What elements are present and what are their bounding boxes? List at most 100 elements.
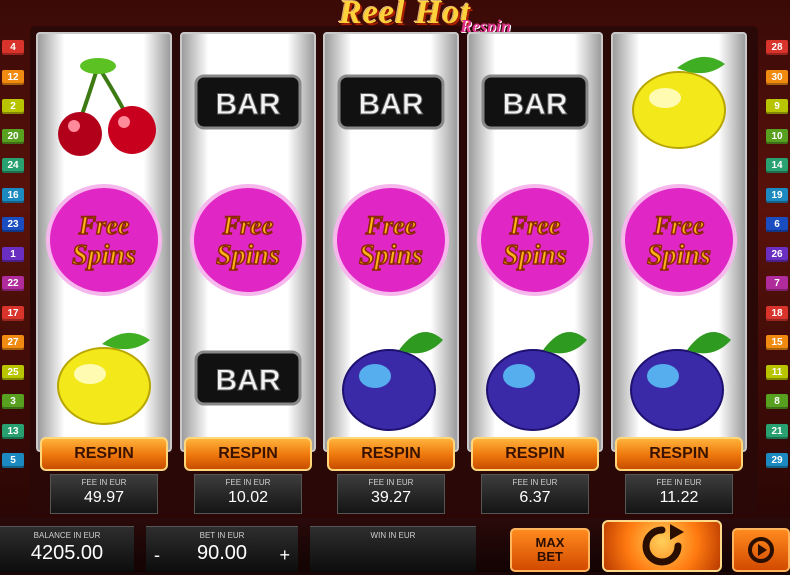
payline-right-0: 28 (766, 40, 788, 55)
lemon-icon (38, 314, 170, 440)
payline-right-3: 10 (766, 128, 788, 144)
fee-label: FEE IN EUR (81, 478, 127, 487)
respin-fee-3: FEE IN EUR 39.27 (337, 474, 445, 514)
payline-right-13: 21 (766, 423, 788, 439)
bet-label: BET IN EUR (199, 531, 245, 540)
fee-label: FEE IN EUR (368, 478, 414, 487)
payline-right-9: 18 (766, 305, 788, 321)
payline-left-7: 1 (2, 246, 24, 262)
payline-right-4: 14 (766, 158, 788, 173)
autoplay-button[interactable] (732, 528, 790, 572)
plum-icon (469, 314, 601, 440)
spin-button[interactable] (602, 520, 722, 572)
payline-left-13: 13 (2, 423, 24, 439)
win-panel: WIN IN EUR (310, 526, 476, 572)
payline-left-12: 3 (2, 394, 24, 409)
payline-left-1: 12 (2, 69, 24, 85)
respin-button-4[interactable]: RESPIN (471, 437, 599, 471)
plum-icon (325, 314, 457, 440)
respin-fee-1: FEE IN EUR 49.97 (50, 474, 158, 514)
reel-1: Free Spins (36, 32, 172, 452)
svg-text:Free: Free (78, 211, 130, 240)
reel-4: BAR Free Spins (467, 32, 603, 452)
lemon-icon (613, 38, 745, 164)
svg-text:BAR: BAR (216, 364, 281, 397)
svg-text:Spins: Spins (72, 240, 136, 271)
svg-text:Spins: Spins (503, 240, 567, 271)
respin-fee-2: FEE IN EUR 10.02 (194, 474, 302, 514)
free-spins-icon: Free Spins (613, 176, 745, 302)
payline-right-8: 7 (766, 276, 788, 291)
fee-label: FEE IN EUR (225, 478, 271, 487)
fee-value: 11.22 (659, 489, 699, 506)
bar-icon: BAR (469, 38, 601, 164)
fee-value: 10.02 (227, 489, 269, 506)
bar-icon: BAR (182, 314, 314, 440)
fee-value: 39.27 (370, 489, 412, 506)
free-spins-icon: Free Spins (182, 176, 314, 302)
respin-button-2[interactable]: RESPIN (184, 437, 312, 471)
payline-left-11: 25 (2, 364, 24, 380)
payline-right-14: 29 (766, 453, 788, 468)
payline-left-5: 16 (2, 187, 24, 203)
svg-text:Free: Free (653, 211, 705, 240)
spin-arrow-icon (642, 524, 684, 566)
win-label: WIN IN EUR (370, 531, 416, 540)
payline-right-5: 19 (766, 187, 788, 203)
payline-right-1: 30 (766, 69, 788, 85)
fee-value: 6.37 (519, 489, 551, 506)
respin-button-5[interactable]: RESPIN (615, 437, 743, 471)
reel-2: BAR Free Spins BAR (180, 32, 316, 452)
plum-icon (613, 314, 745, 440)
payline-left-6: 23 (2, 217, 24, 232)
reel-3: BAR Free Spins (323, 32, 459, 452)
payline-left-14: 5 (2, 453, 24, 468)
payline-right-12: 8 (766, 394, 788, 409)
free-spins-icon: Free Spins (38, 176, 170, 302)
payline-right-2: 9 (766, 99, 788, 114)
respin-button-3[interactable]: RESPIN (327, 437, 455, 471)
respin-fee-4: FEE IN EUR 6.37 (481, 474, 589, 514)
svg-text:BAR: BAR (503, 88, 568, 121)
payline-left-4: 24 (2, 158, 24, 173)
payline-left-2: 2 (2, 99, 24, 114)
bet-increase-button[interactable]: + (279, 545, 290, 566)
svg-text:Spins: Spins (359, 240, 423, 271)
max-bet-button[interactable]: MAX BET (510, 528, 590, 572)
free-spins-icon: Free Spins (469, 176, 601, 302)
cherry-icon (38, 38, 170, 164)
bar-icon: BAR (325, 38, 457, 164)
fee-label: FEE IN EUR (512, 478, 558, 487)
balance-value: 4205.00 (30, 542, 104, 564)
payline-right-7: 26 (766, 246, 788, 262)
svg-text:BAR: BAR (359, 88, 424, 121)
autoplay-icon (748, 537, 774, 563)
balance-panel: BALANCE IN EUR 4205.00 (0, 526, 134, 572)
payline-left-3: 20 (2, 128, 24, 144)
payline-left-10: 27 (2, 335, 24, 350)
svg-text:Spins: Spins (647, 240, 711, 271)
max-bet-line2: BET (537, 549, 563, 564)
svg-text:Spins: Spins (216, 240, 280, 271)
respin-button-1[interactable]: RESPIN (40, 437, 168, 471)
payline-left-0: 4 (2, 40, 24, 55)
respin-fee-5: FEE IN EUR 11.22 (625, 474, 733, 514)
svg-text:Free: Free (509, 211, 561, 240)
svg-text:Free: Free (222, 211, 274, 240)
max-bet-line1: MAX (535, 535, 565, 550)
payline-left-8: 22 (2, 276, 24, 291)
free-spins-icon: Free Spins (325, 176, 457, 302)
payline-right-10: 15 (766, 335, 788, 350)
reel-5: Free Spins (611, 32, 747, 452)
svg-text:BAR: BAR (216, 88, 281, 121)
balance-label: BALANCE IN EUR (33, 531, 101, 540)
svg-text:Free: Free (365, 211, 417, 240)
payline-right-11: 11 (766, 364, 788, 380)
bar-icon: BAR (182, 38, 314, 164)
bet-value: 90.00 (196, 542, 248, 564)
bet-decrease-button[interactable]: - (154, 545, 160, 566)
payline-right-6: 6 (766, 217, 788, 232)
fee-value: 49.97 (83, 489, 125, 506)
fee-label: FEE IN EUR (656, 478, 702, 487)
payline-left-9: 17 (2, 305, 24, 321)
